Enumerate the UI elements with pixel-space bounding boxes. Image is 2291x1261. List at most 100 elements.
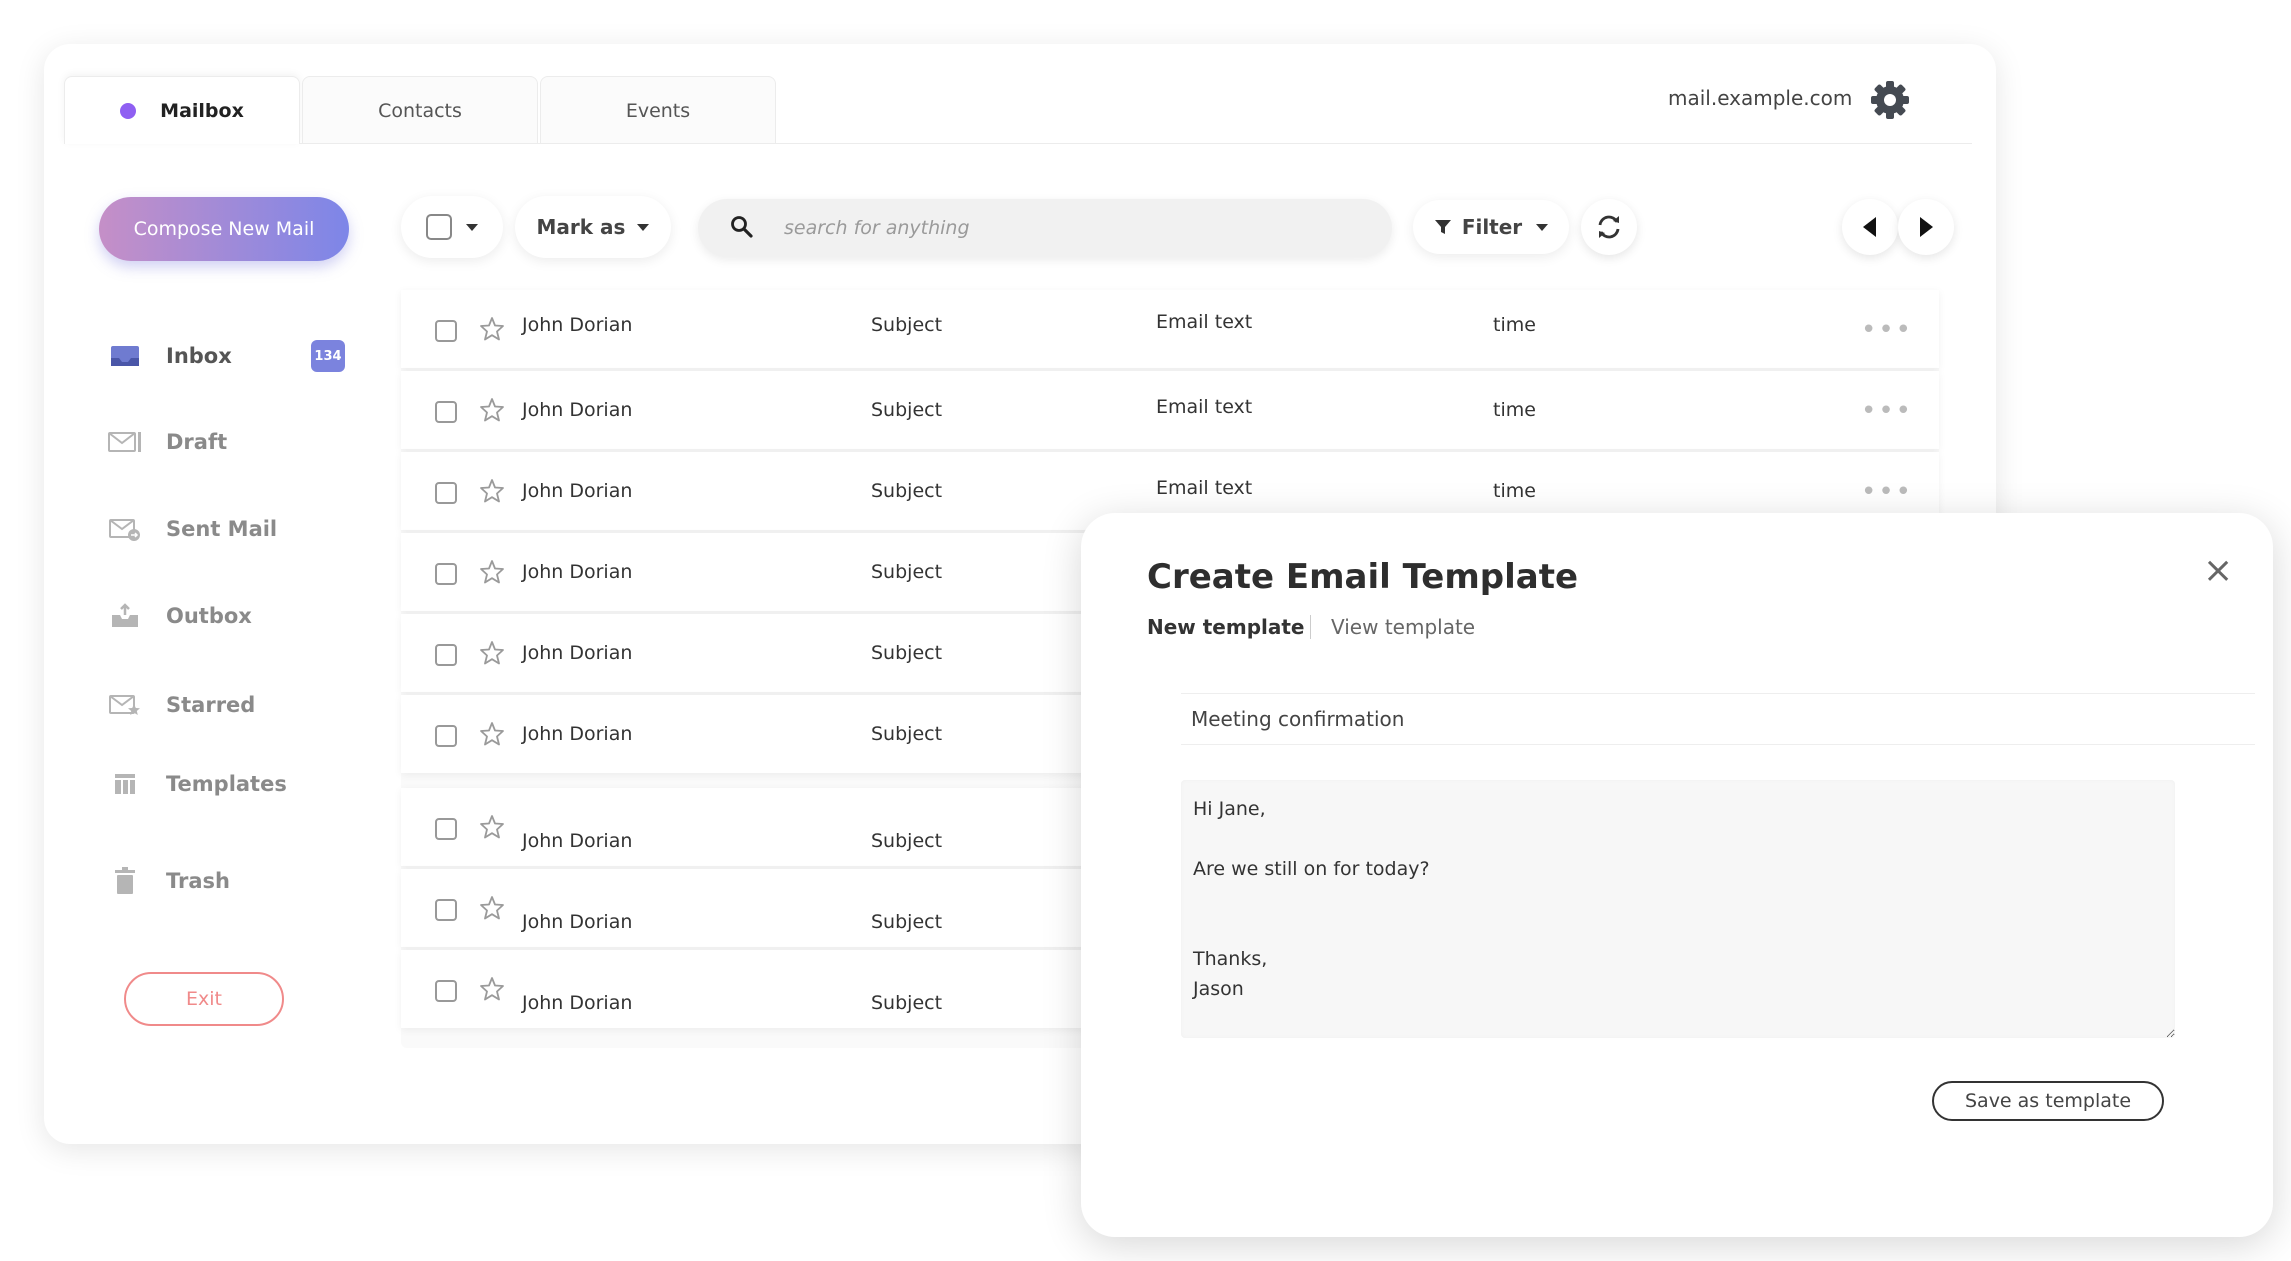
- sidebar-item-label: Trash: [166, 869, 230, 893]
- template-name-field[interactable]: [1181, 693, 2255, 745]
- star-icon[interactable]: [479, 721, 505, 751]
- sent-mail-icon: [108, 514, 142, 544]
- sidebar-item-inbox[interactable]: Inbox 134: [108, 336, 348, 376]
- filter-dropdown[interactable]: Filter: [1413, 200, 1569, 254]
- tab-events[interactable]: Events: [540, 76, 776, 144]
- email-subject: Subject: [871, 723, 943, 745]
- sender-name: John Dorian: [522, 723, 633, 745]
- star-icon[interactable]: [479, 895, 505, 925]
- row-checkbox[interactable]: [435, 725, 457, 747]
- sender-name: John Dorian: [522, 561, 633, 583]
- starred-mail-icon: [108, 690, 142, 720]
- sidebar-item-outbox[interactable]: Outbox: [108, 596, 348, 636]
- select-all-checkbox[interactable]: [426, 214, 452, 240]
- sender-name: John Dorian: [522, 911, 633, 933]
- sidebar-item-templates[interactable]: Templates: [108, 764, 348, 804]
- row-checkbox[interactable]: [435, 818, 457, 840]
- more-options-icon[interactable]: •••: [1861, 398, 1913, 424]
- more-options-icon[interactable]: •••: [1861, 317, 1913, 343]
- email-subject: Subject: [871, 480, 943, 502]
- search-bar: [698, 199, 1392, 257]
- tab-new-template[interactable]: New template: [1147, 615, 1305, 639]
- sidebar-item-label: Inbox: [166, 344, 232, 368]
- star-icon[interactable]: [479, 397, 505, 427]
- dialog-title: Create Email Template: [1147, 557, 1579, 597]
- star-icon[interactable]: [479, 976, 505, 1006]
- filter-icon: [1434, 218, 1452, 236]
- search-input[interactable]: [784, 209, 1364, 247]
- email-time: time: [1493, 314, 1536, 336]
- sidebar-item-label: Templates: [166, 772, 287, 796]
- email-subject: Subject: [871, 992, 943, 1014]
- draft-icon: [108, 427, 142, 457]
- row-checkbox[interactable]: [435, 899, 457, 921]
- email-subject: Subject: [871, 314, 943, 336]
- sidebar-item-draft[interactable]: Draft: [108, 422, 348, 462]
- account-domain: mail.example.com: [1668, 86, 1853, 110]
- star-icon[interactable]: [479, 478, 505, 508]
- tab-contacts[interactable]: Contacts: [302, 76, 538, 144]
- sidebar-item-label: Outbox: [166, 604, 252, 628]
- next-page-button[interactable]: [1898, 199, 1954, 255]
- sender-name: John Dorian: [522, 480, 633, 502]
- sidebar-item-sent-mail[interactable]: Sent Mail: [108, 509, 348, 549]
- save-as-template-button[interactable]: Save as template: [1932, 1081, 2164, 1121]
- row-checkbox[interactable]: [435, 644, 457, 666]
- tab-events-label: Events: [625, 99, 691, 122]
- tab-contacts-label: Contacts: [378, 99, 462, 122]
- chevron-right-icon: [1917, 216, 1935, 238]
- row-checkbox[interactable]: [435, 482, 457, 504]
- row-checkbox[interactable]: [435, 563, 457, 585]
- tab-mailbox-label: Mailbox: [160, 99, 244, 122]
- star-icon[interactable]: [479, 640, 505, 670]
- unread-count-badge: 134: [311, 340, 345, 372]
- refresh-button[interactable]: [1581, 199, 1637, 255]
- tab-separator: [1310, 615, 1311, 639]
- gear-icon[interactable]: [1868, 78, 1912, 122]
- select-all-dropdown[interactable]: [401, 196, 503, 258]
- sidebar-item-starred[interactable]: Starred: [108, 685, 348, 725]
- inbox-icon: [108, 341, 142, 371]
- star-icon[interactable]: [479, 814, 505, 844]
- tab-divider: [300, 143, 1972, 144]
- email-subject: Subject: [871, 399, 943, 421]
- chevron-down-icon: [637, 223, 650, 231]
- close-icon[interactable]: ×: [2203, 553, 2233, 589]
- sender-name: John Dorian: [522, 642, 633, 664]
- tab-view-template[interactable]: View template: [1331, 615, 1475, 639]
- trash-icon: [108, 866, 142, 896]
- row-checkbox[interactable]: [435, 320, 457, 342]
- table-row[interactable]: John Dorian Subject Email text time •••: [401, 371, 1939, 449]
- outbox-icon: [108, 601, 142, 631]
- email-preview: Email text: [1156, 311, 1253, 333]
- search-icon: [730, 215, 754, 243]
- exit-button[interactable]: Exit: [124, 972, 284, 1026]
- templates-icon: [108, 769, 142, 799]
- mailbox-dot-icon: [120, 102, 137, 119]
- filter-label: Filter: [1461, 215, 1523, 239]
- star-icon[interactable]: [479, 316, 505, 346]
- row-checkbox[interactable]: [435, 980, 457, 1002]
- chevron-left-icon: [1861, 216, 1879, 238]
- star-icon[interactable]: [479, 559, 505, 589]
- email-preview: Email text: [1156, 477, 1253, 499]
- mark-as-dropdown[interactable]: Mark as: [515, 196, 671, 258]
- email-time: time: [1493, 480, 1536, 502]
- template-body-field[interactable]: Hi Jane, Are we still on for today? Than…: [1181, 780, 2175, 1038]
- more-options-icon[interactable]: •••: [1861, 479, 1913, 505]
- sidebar-item-trash[interactable]: Trash: [108, 861, 348, 901]
- email-preview: Email text: [1156, 396, 1253, 418]
- tab-mailbox[interactable]: Mailbox: [64, 76, 300, 144]
- create-template-dialog: Create Email Template × New template Vie…: [1081, 513, 2273, 1237]
- table-row[interactable]: John Dorian Subject Email text time •••: [401, 290, 1939, 368]
- row-checkbox[interactable]: [435, 401, 457, 423]
- sender-name: John Dorian: [522, 830, 633, 852]
- email-time: time: [1493, 399, 1536, 421]
- compose-new-mail-button[interactable]: Compose New Mail: [99, 197, 349, 261]
- email-subject: Subject: [871, 561, 943, 583]
- previous-page-button[interactable]: [1842, 199, 1898, 255]
- chevron-down-icon: [1536, 223, 1549, 231]
- sender-name: John Dorian: [522, 992, 633, 1014]
- refresh-icon: [1594, 212, 1624, 242]
- email-subject: Subject: [871, 911, 943, 933]
